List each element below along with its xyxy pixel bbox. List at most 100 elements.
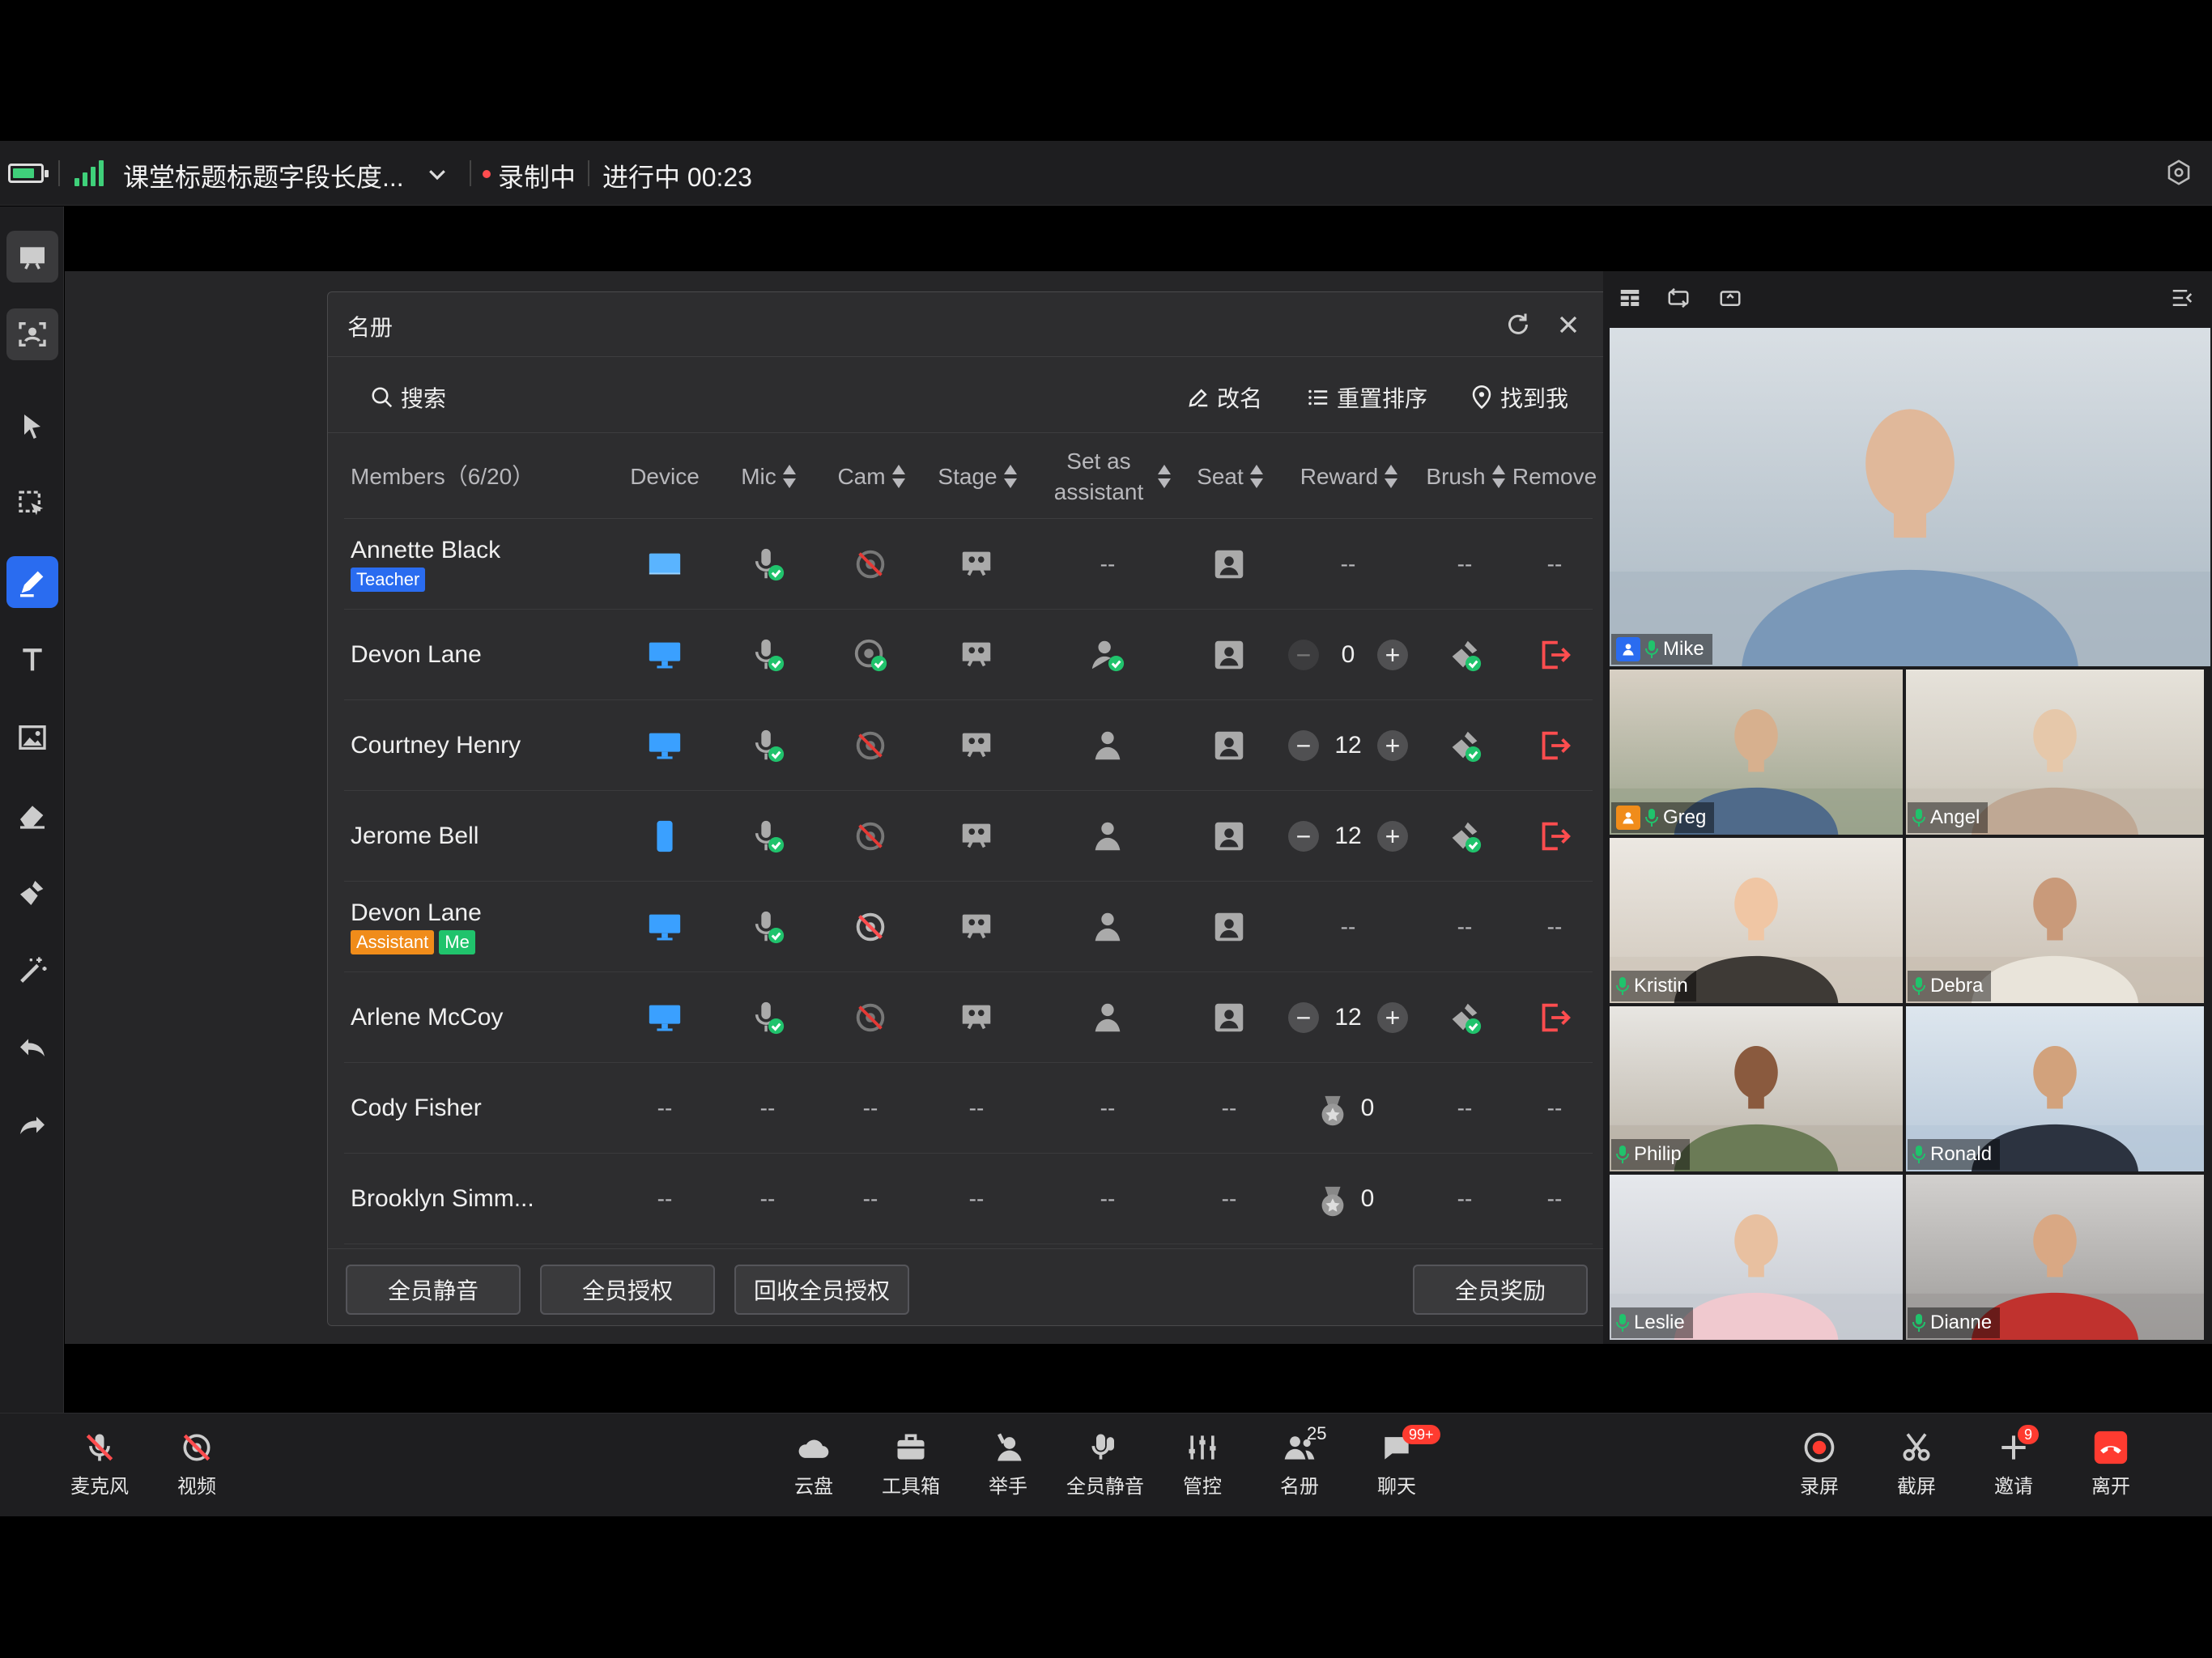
chat-button[interactable]: 99+ 聊天 bbox=[1352, 1425, 1441, 1499]
seat-icon[interactable] bbox=[1176, 610, 1282, 700]
collapse-panel-icon[interactable] bbox=[2170, 286, 2194, 310]
reward-plus-button[interactable]: + bbox=[1377, 821, 1408, 852]
grid-layout-icon[interactable] bbox=[1618, 286, 1642, 310]
reward-minus-button[interactable]: − bbox=[1288, 640, 1319, 670]
remove-icon[interactable] bbox=[1516, 972, 1593, 1063]
refresh-icon[interactable] bbox=[1504, 310, 1533, 339]
text-tool[interactable] bbox=[6, 634, 58, 686]
mic-icon[interactable] bbox=[723, 700, 812, 791]
video-tile[interactable]: Debra bbox=[1906, 838, 2204, 1003]
reward-cell[interactable]: −12 + bbox=[1283, 972, 1413, 1063]
stage-icon[interactable] bbox=[922, 610, 1031, 700]
stage-icon[interactable] bbox=[922, 519, 1031, 610]
reward-all-button[interactable]: 全员奖励 bbox=[1413, 1265, 1588, 1315]
seat-icon[interactable] bbox=[1176, 791, 1282, 882]
raise-hand-button[interactable]: 举手 bbox=[963, 1430, 1053, 1499]
col-stage[interactable]: Stage bbox=[922, 435, 1031, 519]
mic-icon[interactable] bbox=[723, 882, 812, 972]
camera-icon[interactable] bbox=[822, 972, 919, 1063]
video-tile[interactable]: Philip bbox=[1610, 1006, 1903, 1171]
reorder-button[interactable]: 重置排序 bbox=[1306, 381, 1427, 414]
col-cam[interactable]: Cam bbox=[822, 435, 919, 519]
video-tile[interactable]: Kristin bbox=[1610, 838, 1903, 1003]
col-assistant[interactable]: Set as assistant bbox=[1039, 435, 1176, 519]
col-reward[interactable]: Reward bbox=[1283, 435, 1413, 519]
reward-minus-button[interactable]: − bbox=[1288, 821, 1319, 852]
reward-minus-button[interactable]: − bbox=[1288, 730, 1319, 761]
video-tile[interactable]: Angel bbox=[1906, 670, 2204, 835]
whiteboard-tool[interactable] bbox=[6, 231, 58, 283]
revoke-all-button[interactable]: 回收全员授权 bbox=[734, 1265, 909, 1315]
mic-icon[interactable] bbox=[723, 519, 812, 610]
clear-tool[interactable] bbox=[6, 867, 58, 919]
reward-plus-button[interactable]: + bbox=[1377, 640, 1408, 670]
reward-cell[interactable]: −12 + bbox=[1283, 700, 1413, 791]
leave-button[interactable]: 离开 bbox=[2066, 1430, 2155, 1499]
reward-cell[interactable]: −0 + bbox=[1283, 610, 1413, 700]
camera-icon[interactable] bbox=[822, 882, 919, 972]
brush-icon[interactable] bbox=[1414, 610, 1515, 700]
toolbox-button[interactable]: 工具箱 bbox=[866, 1430, 955, 1499]
mic-icon[interactable] bbox=[723, 972, 812, 1063]
eraser-tool[interactable] bbox=[6, 789, 58, 841]
redo-tool[interactable] bbox=[6, 1100, 58, 1152]
brush-icon[interactable] bbox=[1414, 791, 1515, 882]
video-tile[interactable]: Dianne bbox=[1906, 1175, 2204, 1340]
rotate-layout-icon[interactable] bbox=[1666, 286, 1691, 310]
cloud-button[interactable]: 云盘 bbox=[769, 1430, 858, 1499]
search-button[interactable]: 搜索 bbox=[370, 381, 446, 414]
reward-plus-button[interactable]: + bbox=[1377, 730, 1408, 761]
swap-layout-icon[interactable] bbox=[1718, 286, 1742, 310]
video-tile[interactable]: Leslie bbox=[1610, 1175, 1903, 1340]
seat-icon[interactable] bbox=[1176, 700, 1282, 791]
col-brush[interactable]: Brush bbox=[1414, 435, 1515, 519]
device-icon[interactable] bbox=[611, 882, 718, 972]
mic-button[interactable]: 麦克风 bbox=[55, 1430, 144, 1499]
pointer-tool[interactable] bbox=[6, 401, 58, 453]
roster-button[interactable]: 25 名册 bbox=[1255, 1423, 1344, 1499]
seat-icon[interactable] bbox=[1176, 882, 1282, 972]
select-tool[interactable] bbox=[6, 478, 58, 530]
mic-icon[interactable] bbox=[723, 791, 812, 882]
seat-icon[interactable] bbox=[1176, 972, 1282, 1063]
device-icon[interactable] bbox=[611, 791, 718, 882]
reward-plus-button[interactable]: + bbox=[1377, 1002, 1408, 1033]
camera-icon[interactable] bbox=[822, 700, 919, 791]
camera-icon[interactable] bbox=[822, 791, 919, 882]
reward-cell[interactable]: −12 + bbox=[1283, 791, 1413, 882]
camera-icon[interactable] bbox=[822, 519, 919, 610]
assistant-icon[interactable] bbox=[1039, 791, 1176, 882]
stage-icon[interactable] bbox=[922, 791, 1031, 882]
rename-button[interactable]: 改名 bbox=[1186, 381, 1262, 414]
device-icon[interactable] bbox=[611, 972, 718, 1063]
mute-all-bar-button[interactable]: 全员静音 bbox=[1061, 1430, 1150, 1499]
image-tool[interactable] bbox=[6, 712, 58, 763]
brush-icon[interactable] bbox=[1414, 700, 1515, 791]
video-tile[interactable]: Greg bbox=[1610, 670, 1903, 835]
find-me-button[interactable]: 找到我 bbox=[1470, 381, 1568, 414]
col-seat[interactable]: Seat bbox=[1176, 435, 1282, 519]
remove-icon[interactable] bbox=[1516, 700, 1593, 791]
authorize-all-button[interactable]: 全员授权 bbox=[540, 1265, 715, 1315]
stage-icon[interactable] bbox=[922, 972, 1031, 1063]
stage-icon[interactable] bbox=[922, 700, 1031, 791]
brush-icon[interactable] bbox=[1414, 972, 1515, 1063]
close-icon[interactable] bbox=[1554, 310, 1583, 339]
invite-button[interactable]: 9 邀请 bbox=[1969, 1425, 2058, 1499]
remove-icon[interactable] bbox=[1516, 610, 1593, 700]
assistant-icon[interactable] bbox=[1039, 972, 1176, 1063]
assistant-icon[interactable] bbox=[1039, 610, 1176, 700]
camera-icon[interactable] bbox=[822, 610, 919, 700]
focus-tool[interactable] bbox=[6, 308, 58, 360]
class-title[interactable]: 课堂标题标题字段长度... bbox=[123, 157, 404, 194]
device-icon[interactable] bbox=[611, 519, 718, 610]
assistant-icon[interactable] bbox=[1039, 700, 1176, 791]
stage-icon[interactable] bbox=[922, 882, 1031, 972]
video-button[interactable]: 视频 bbox=[152, 1430, 241, 1499]
pen-tool[interactable] bbox=[6, 556, 58, 608]
device-icon[interactable] bbox=[611, 610, 718, 700]
mute-all-button[interactable]: 全员静音 bbox=[346, 1265, 521, 1315]
record-button[interactable]: 录屏 bbox=[1775, 1430, 1864, 1499]
video-tile[interactable]: Mike bbox=[1610, 328, 2210, 666]
chevron-down-icon[interactable] bbox=[425, 155, 449, 193]
